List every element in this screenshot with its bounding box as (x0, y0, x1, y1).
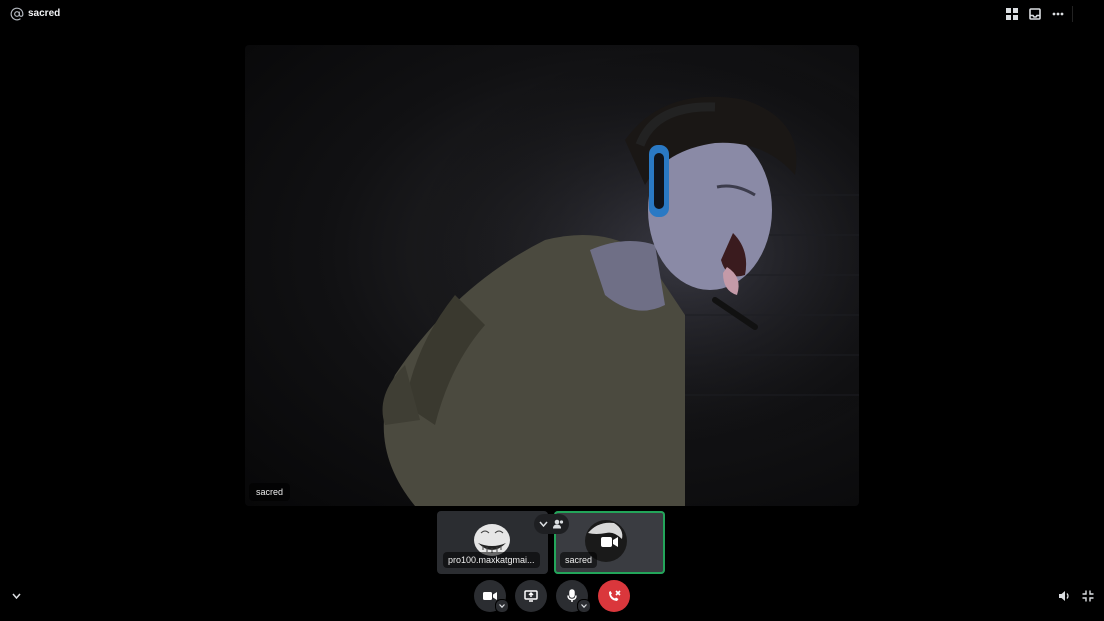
microphone-options-button[interactable] (577, 599, 591, 613)
inbox-button[interactable] (1026, 6, 1043, 22)
participant-tile-speaking[interactable]: sacred (554, 511, 665, 574)
screen-share-icon (524, 590, 538, 602)
chevron-down-icon (11, 593, 21, 599)
chevron-down-icon (499, 604, 505, 608)
chevron-down-icon (539, 521, 548, 527)
at-icon (10, 7, 24, 21)
screen-share-button[interactable] (515, 580, 547, 612)
more-options-button[interactable] (1049, 6, 1066, 22)
participants-toggle[interactable] (534, 514, 569, 534)
grid-icon (1005, 8, 1018, 20)
exit-fullscreen-button[interactable] (1080, 588, 1096, 604)
participant-tile[interactable]: pro100.maxkatgmai... (437, 511, 548, 574)
people-icon (553, 519, 564, 529)
camera-icon (601, 537, 618, 547)
volume-button[interactable] (1056, 588, 1072, 604)
camera-options-button[interactable] (495, 599, 509, 613)
microphone-toggle-button[interactable] (556, 580, 591, 613)
channel-title: sacred (28, 8, 61, 19)
camera-toggle-button[interactable] (474, 580, 509, 613)
speaker-icon (1058, 591, 1069, 601)
stage-name-label: sacred (249, 483, 291, 501)
chevron-down-icon (581, 604, 587, 608)
leave-call-button[interactable] (598, 580, 630, 612)
top-toolbar (1003, 6, 1066, 22)
participant-video (245, 45, 859, 506)
camera-icon (483, 592, 497, 600)
top-bar: sacred (0, 0, 1104, 28)
microphone-icon (567, 589, 577, 602)
main-video-stage[interactable]: sacred (245, 45, 859, 506)
call-controls (0, 580, 1104, 613)
leave-call-icon (609, 590, 621, 601)
inbox-icon (1028, 8, 1041, 20)
collapse-button[interactable] (8, 588, 24, 604)
grid-layout-button[interactable] (1003, 6, 1020, 22)
toolbar-divider (1072, 6, 1073, 22)
participant-name: sacred (560, 552, 598, 568)
participant-name: pro100.maxkatgmai... (443, 552, 540, 568)
more-icon (1052, 12, 1063, 16)
exit-fullscreen-icon (1082, 590, 1094, 602)
